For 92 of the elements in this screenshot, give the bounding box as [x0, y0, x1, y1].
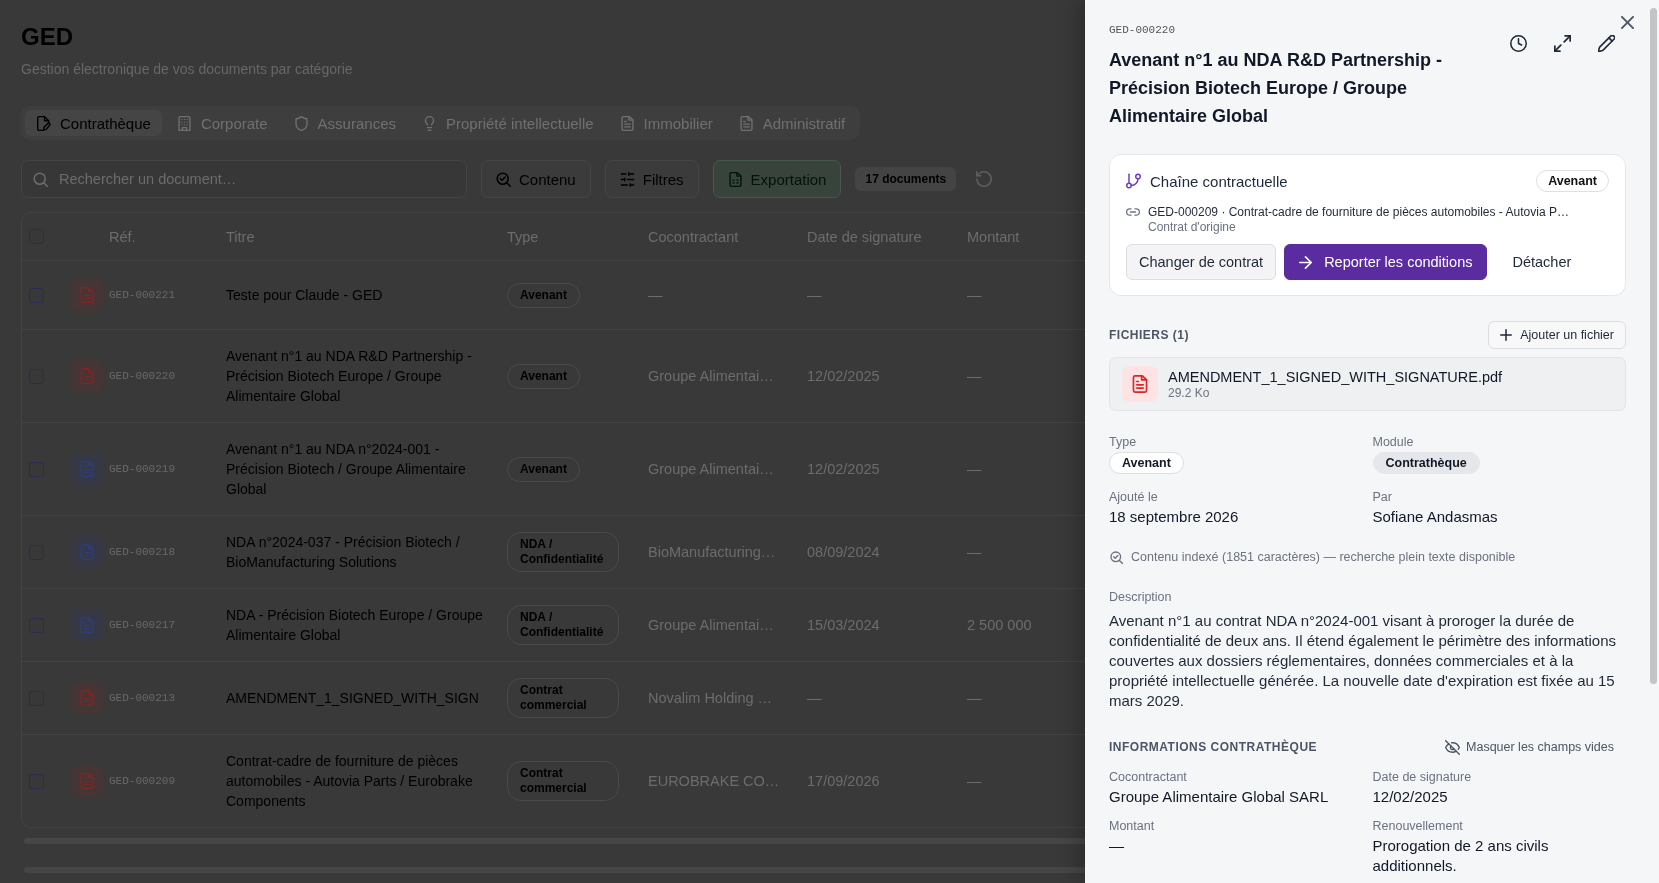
expand-arrows-icon[interactable]	[1554, 35, 1571, 52]
field-value: Sofiane Andasmas	[1372, 507, 1498, 527]
date-cell-text: —	[807, 287, 823, 303]
type-badge: NDA / Confidentialité	[507, 605, 619, 645]
detach-button[interactable]: Détacher	[1495, 244, 1589, 280]
file-card[interactable]: AMENDMENT_1_SIGNED_WITH_SIGNATURE.pdf 29.2 Ko	[1109, 357, 1626, 411]
row-checkbox[interactable]	[29, 287, 44, 303]
field-label: Ajouté le	[1109, 489, 1158, 505]
hide-empty-fields-button[interactable]: Masquer les champs vides	[1445, 739, 1614, 755]
file-name: AMENDMENT_1_SIGNED_WITH_SIGNATURE.pdf	[1168, 367, 1503, 386]
category-tab[interactable]: Contrathèque	[25, 110, 162, 136]
document-count-badge: 17 documents	[855, 167, 957, 191]
amount-cell-text: —	[967, 287, 983, 303]
type-badge: NDA / Confidentialité	[507, 532, 619, 572]
building-icon	[176, 115, 192, 131]
horizontal-scrollbar[interactable]	[24, 867, 1085, 873]
type-badge: Contrat commercial	[507, 678, 619, 718]
branch-icon	[1126, 173, 1141, 189]
select-all-checkbox[interactable]	[29, 229, 44, 244]
eye-slash-icon	[1445, 739, 1460, 755]
row-checkbox[interactable]	[29, 544, 44, 560]
carry-over-button[interactable]: Reporter les conditions	[1284, 244, 1488, 280]
chain-title: Chaîne contractuelle	[1150, 172, 1288, 190]
field-label: Cocontractant	[1109, 769, 1187, 785]
date-cell-text: —	[807, 690, 823, 706]
description-text: Avenant n°1 au contrat NDA n°2024-001 visant à proroger la durée de confidentialité de deux ans. Il étend également le périmètre des informations couvertes aux dossiers réglementaires, données commerciales et à la propriété intellectuelle générée. La nouvelle date d'expiration est fixée au 15 mars 2029.	[1109, 611, 1617, 711]
vertical-scrollbar[interactable]	[1650, 8, 1657, 684]
add-file-button[interactable]: Ajouter un fichier	[1488, 321, 1626, 349]
page-title: GED	[21, 22, 74, 52]
close-icon[interactable]	[1621, 16, 1634, 29]
document-icon	[738, 115, 754, 131]
document-reference: GED-000220	[1109, 23, 1176, 37]
row-checkbox[interactable]	[29, 368, 44, 384]
field-label: Par	[1372, 489, 1392, 505]
horizontal-scrollbar[interactable]	[24, 838, 1085, 844]
clock-icon[interactable]	[1510, 35, 1527, 52]
change-contract-button[interactable]: Changer de contrat	[1126, 244, 1277, 280]
filters-button[interactable]: Filtres	[604, 160, 699, 198]
title-cell[interactable]: Avenant n°1 au NDA n°2024-001 - Précision Biotech / Groupe Alimentaire Global	[226, 439, 507, 499]
amount-cell-text: —	[967, 544, 983, 560]
field-label: Module	[1372, 434, 1414, 450]
sliders-icon	[619, 171, 635, 187]
spreadsheet-icon	[727, 171, 743, 187]
shield-icon	[293, 115, 309, 131]
lightbulb-icon	[422, 115, 437, 131]
title-cell[interactable]: NDA - Précision Biotech Europe / Groupe Alimentaire Global	[226, 605, 507, 645]
amount-cell-text: —	[967, 368, 983, 384]
pencil-icon[interactable]	[1598, 35, 1615, 52]
content-search-button[interactable]: Contenu	[481, 160, 591, 198]
refresh-icon[interactable]	[976, 171, 993, 187]
field-value: Prorogation de 2 ans civils additionnels.	[1372, 836, 1550, 876]
origin-contract-caption: Contrat d'origine	[1148, 220, 1236, 235]
field-value: —	[1109, 836, 1124, 856]
amount-cell-text: —	[967, 690, 983, 706]
field-label: Type	[1109, 434, 1137, 450]
files-heading: FICHIERS (1)	[1109, 328, 1189, 342]
file-size: 29.2 Ko	[1168, 385, 1210, 401]
row-checkbox[interactable]	[29, 690, 44, 706]
document-pen-icon	[36, 115, 51, 131]
type-badge: Avenant	[1109, 452, 1184, 474]
type-badge: Contrat commercial	[507, 761, 619, 801]
title-cell[interactable]: Teste pour Claude - GED	[226, 285, 507, 305]
amount-cell-text: —	[967, 461, 983, 477]
module-tag: Contrathèque	[1372, 452, 1480, 474]
link-icon	[1126, 208, 1140, 216]
field-label: Montant	[1109, 818, 1155, 834]
field-label: Renouvellement	[1372, 818, 1463, 834]
info-heading: INFORMATIONS CONTRATHÈQUE	[1109, 740, 1318, 754]
counterparty-cell-text: —	[648, 287, 664, 303]
row-checkbox[interactable]	[29, 773, 44, 789]
origin-contract-title[interactable]: GED-000209 · Contrat-cadre de fourniture de pièces automobiles - Autovia P…	[1148, 204, 1569, 220]
title-cell[interactable]: Avenant n°1 au NDA R&D Partnership - Précision Biotech Europe / Groupe Alimentaire Global	[226, 346, 507, 406]
field-label: Date de signature	[1372, 769, 1472, 785]
chain-type-badge: Avenant	[1536, 170, 1609, 192]
title-cell[interactable]: AMENDMENT_1_SIGNED_WITH_SIGN	[226, 688, 507, 708]
search-icon	[33, 171, 48, 187]
title-cell[interactable]: Contrat-cadre de fourniture de pièces automobiles - Autovia Parts / Eurobrake Components	[226, 751, 507, 811]
field-value: 18 septembre 2026	[1109, 507, 1239, 527]
document-title: Avenant n°1 au NDA R&D Partnership - Précision Biotech Europe / Groupe Alimentaire Global	[1109, 49, 1443, 128]
magnifier-check-icon	[496, 171, 511, 187]
row-checkbox[interactable]	[29, 461, 44, 477]
document-icon	[1122, 366, 1158, 402]
plus-icon	[1500, 329, 1513, 341]
field-value: Groupe Alimentaire Global SARL	[1109, 787, 1329, 807]
title-cell[interactable]: NDA n°2024-037 - Précision Biotech / BioManufacturing Solutions	[226, 532, 507, 572]
amount-cell-text: —	[967, 773, 983, 789]
document-icon	[619, 115, 635, 131]
magnifier-check-icon	[1110, 550, 1123, 564]
row-checkbox[interactable]	[29, 617, 44, 633]
description-label: Description	[1109, 589, 1173, 605]
field-value: 12/02/2025	[1372, 787, 1448, 807]
index-status-text: Contenu indexé (1851 caractères) — recherche plein texte disponible	[1131, 549, 1516, 565]
